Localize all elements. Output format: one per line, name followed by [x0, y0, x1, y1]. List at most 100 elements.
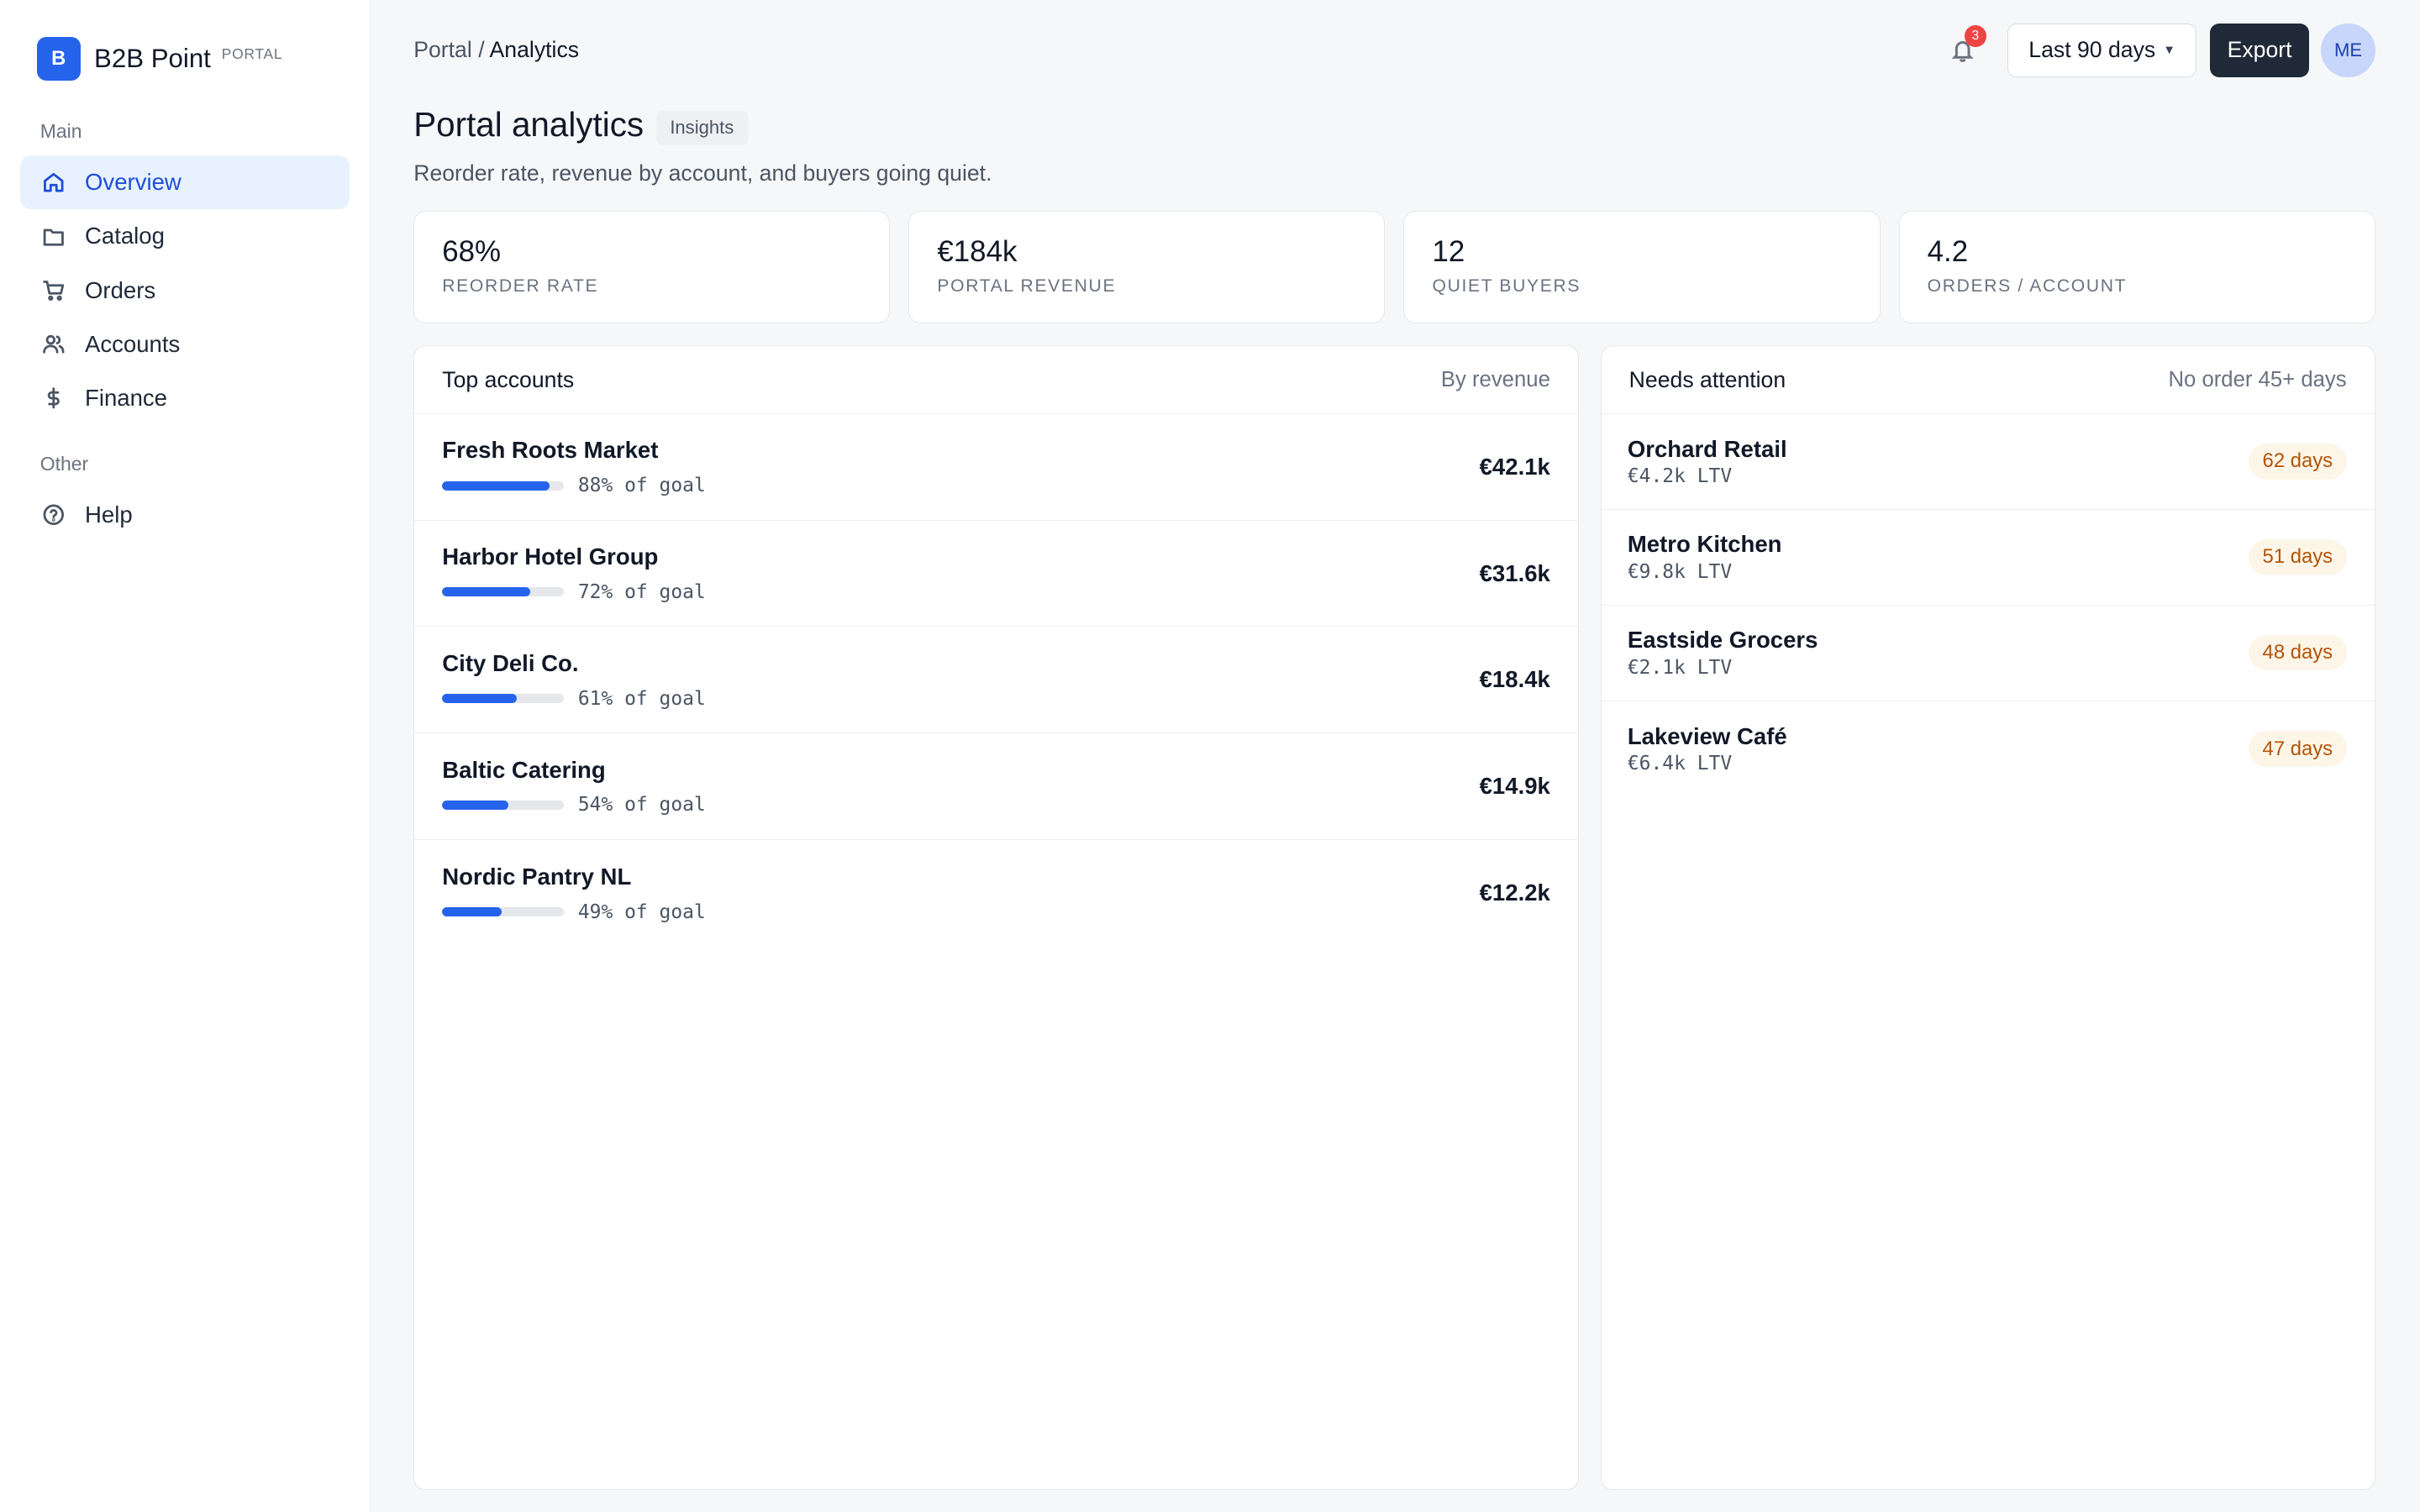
account-name: Nordic Pantry NL — [442, 863, 632, 890]
kpi-label: PORTAL REVENUE — [937, 276, 1117, 297]
help-icon — [42, 503, 66, 527]
account-name: Baltic Catering — [442, 756, 606, 783]
table-row[interactable]: Baltic Catering 54% of goal €14.9k — [414, 733, 1578, 840]
breadcrumb-current: Analytics — [489, 37, 580, 63]
days-badge: 47 days — [2249, 731, 2347, 767]
account-revenue: €18.4k — [1479, 666, 1550, 693]
account-info: Harbor Hotel Group 72% of goal — [442, 543, 1479, 603]
insights-chip: Insights — [655, 111, 748, 145]
topbar-actions: 3 Last 90 days ▼ Export ME — [1950, 23, 2375, 77]
account-name: City Deli Co. — [442, 649, 579, 676]
progress-fill — [442, 480, 550, 491]
date-range-dropdown[interactable]: Last 90 days ▼ — [2007, 23, 2196, 77]
kpi-value: 4.2 — [1927, 234, 1969, 268]
brand-tag: PORTAL — [221, 45, 283, 62]
kpi-value: €184k — [937, 234, 1018, 268]
panel-title: Needs attention — [1628, 366, 1786, 392]
list-item[interactable]: Eastside Grocers €2.1k LTV 48 days — [1601, 606, 2375, 701]
progress-fill — [442, 694, 517, 704]
account-revenue: €42.1k — [1479, 453, 1550, 480]
dollar-icon — [42, 386, 66, 410]
topbar: Portal / Analytics 3 Last 90 days ▼ Expo… — [413, 23, 2375, 77]
panel-header: Needs attention No order 45+ days — [1601, 346, 2375, 414]
list-item[interactable]: Orchard Retail €4.2k LTV 62 days — [1601, 414, 2375, 510]
panels: Top accounts By revenue Fresh Roots Mark… — [413, 345, 2375, 1490]
progress-track — [442, 800, 565, 810]
table-row[interactable]: Nordic Pantry NL 49% of goal €12.2k — [414, 840, 1578, 947]
brand[interactable]: B B2B Point PORTAL — [20, 37, 350, 81]
buyer-ltv: €6.4k LTV — [1627, 753, 1733, 775]
notification-count-badge: 3 — [1964, 25, 1986, 48]
kpi-row: 68% REORDER RATE €184k PORTAL REVENUE 12… — [413, 211, 2375, 324]
progress-track — [442, 480, 565, 491]
buyer-name: Metro Kitchen — [1627, 531, 1782, 558]
panel-header: Top accounts By revenue — [414, 346, 1578, 414]
kpi-card-orders-per-account: 4.2 ORDERS / ACCOUNT — [1898, 211, 2375, 324]
sidebar-item-label: Overview — [85, 169, 182, 196]
kpi-value: 68% — [442, 234, 502, 268]
top-accounts-list: Fresh Roots Market 88% of goal €42.1k Ha… — [414, 414, 1578, 947]
kpi-label: QUIET BUYERS — [1432, 276, 1581, 297]
days-badge: 48 days — [2249, 634, 2347, 671]
buyer-info: Metro Kitchen €9.8k LTV — [1628, 531, 2249, 583]
list-item[interactable]: Metro Kitchen €9.8k LTV 51 days — [1601, 510, 2375, 606]
progress-track — [442, 907, 565, 917]
buyer-info: Orchard Retail €4.2k LTV — [1628, 436, 2249, 488]
app-root: B B2B Point PORTAL Main Overview Catalog… — [0, 0, 2420, 1512]
sidebar-item-label: Accounts — [85, 330, 181, 357]
sidebar-item-label: Help — [85, 501, 133, 528]
export-button[interactable]: Export — [2210, 23, 2309, 77]
goal-text: 54% of goal — [577, 794, 706, 816]
progress-fill — [442, 800, 508, 810]
breadcrumb-separator: / — [478, 37, 485, 63]
brand-name: B2B Point — [94, 43, 211, 73]
days-badge: 62 days — [2249, 444, 2347, 480]
sidebar-item-help[interactable]: Help — [20, 488, 350, 542]
buyer-ltv: €4.2k LTV — [1627, 465, 1733, 488]
date-range-label: Last 90 days — [2028, 37, 2156, 63]
panel-meta: By revenue — [1440, 367, 1550, 391]
page-subtitle: Reorder rate, revenue by account, and bu… — [413, 160, 992, 186]
brand-logo: B — [37, 37, 81, 81]
account-info: Fresh Roots Market 88% of goal — [442, 437, 1479, 496]
sidebar-item-finance[interactable]: Finance — [20, 371, 350, 425]
needs-attention-panel: Needs attention No order 45+ days Orchar… — [1600, 345, 2375, 1490]
home-icon — [42, 171, 66, 194]
progress-fill — [442, 907, 502, 917]
main-content: Portal / Analytics 3 Last 90 days ▼ Expo… — [371, 0, 2420, 1512]
account-revenue: €12.2k — [1479, 879, 1550, 906]
kpi-value: 12 — [1432, 234, 1465, 268]
progress-fill — [442, 587, 530, 597]
notifications-button[interactable]: 3 — [1950, 25, 1986, 66]
folder-icon — [42, 225, 66, 249]
sidebar-item-catalog[interactable]: Catalog — [20, 209, 350, 263]
kpi-card-portal-revenue: €184k PORTAL REVENUE — [908, 211, 1386, 324]
breadcrumb-root[interactable]: Portal — [413, 37, 472, 62]
goal-progress: 88% of goal — [442, 475, 1479, 496]
sidebar-item-label: Catalog — [85, 223, 165, 249]
sidebar-item-label: Orders — [85, 276, 156, 303]
table-row[interactable]: Harbor Hotel Group 72% of goal €31.6k — [414, 521, 1578, 627]
sidebar: B B2B Point PORTAL Main Overview Catalog… — [0, 0, 371, 1512]
kpi-card-reorder-rate: 68% REORDER RATE — [413, 211, 891, 324]
buyer-info: Eastside Grocers €2.1k LTV — [1628, 627, 2249, 679]
list-item[interactable]: Lakeview Café €6.4k LTV 47 days — [1602, 701, 2375, 797]
goal-progress: 72% of goal — [442, 581, 1479, 603]
account-revenue: €31.6k — [1479, 559, 1550, 586]
sidebar-item-orders[interactable]: Orders — [20, 264, 350, 318]
sidebar-item-overview[interactable]: Overview — [19, 155, 350, 210]
table-row[interactable]: Fresh Roots Market 88% of goal €42.1k — [414, 414, 1578, 521]
attention-list: Orchard Retail €4.2k LTV 62 days Metro K… — [1601, 414, 2375, 797]
buyer-name: Orchard Retail — [1627, 435, 1787, 462]
avatar[interactable]: ME — [2321, 23, 2375, 77]
table-row[interactable]: City Deli Co. 61% of goal €18.4k — [414, 627, 1578, 734]
nav-gap — [20, 425, 350, 453]
goal-text: 49% of goal — [577, 900, 706, 923]
goal-text: 88% of goal — [577, 475, 706, 497]
nav-section-main: Main — [39, 120, 82, 143]
buyer-name: Eastside Grocers — [1627, 627, 1818, 654]
account-info: Nordic Pantry NL 49% of goal — [442, 864, 1479, 923]
sidebar-item-accounts[interactable]: Accounts — [20, 318, 350, 371]
top-accounts-panel: Top accounts By revenue Fresh Roots Mark… — [413, 345, 1579, 1490]
progress-track — [442, 694, 565, 704]
